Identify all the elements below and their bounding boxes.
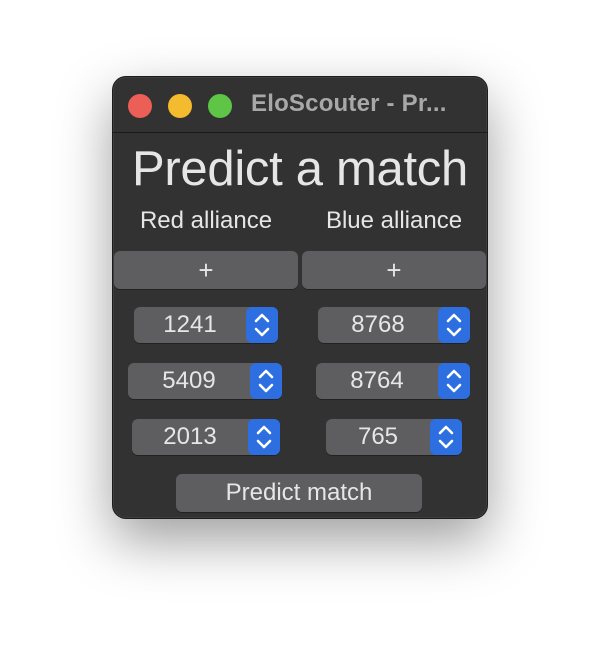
blue-team-2-stepper-arrows[interactable] bbox=[438, 363, 470, 399]
blue-team-3-stepper[interactable]: 765 bbox=[326, 419, 462, 455]
chevron-up-down-icon bbox=[438, 425, 454, 449]
add-blue-team-button[interactable]: + bbox=[302, 251, 486, 289]
chevron-up-down-icon bbox=[446, 369, 462, 393]
red-team-3-stepper-arrows[interactable] bbox=[248, 419, 280, 455]
red-team-3-value[interactable]: 2013 bbox=[132, 419, 248, 455]
red-team-1-stepper[interactable]: 1241 bbox=[134, 307, 278, 343]
blue-team-1-stepper-arrows[interactable] bbox=[438, 307, 470, 343]
red-team-1-value[interactable]: 1241 bbox=[134, 307, 246, 343]
red-team-2-stepper-arrows[interactable] bbox=[250, 363, 282, 399]
blue-team-3-value[interactable]: 765 bbox=[326, 419, 430, 455]
red-alliance-label: Red alliance bbox=[139, 207, 273, 234]
add-red-team-button[interactable]: + bbox=[114, 251, 298, 289]
chevron-up-down-icon bbox=[446, 313, 462, 337]
blue-team-2-value[interactable]: 8764 bbox=[316, 363, 438, 399]
blue-team-1-value[interactable]: 8768 bbox=[318, 307, 438, 343]
blue-alliance-label: Blue alliance bbox=[325, 207, 463, 234]
minimize-window-button[interactable] bbox=[168, 94, 192, 118]
zoom-window-button[interactable] bbox=[208, 94, 232, 118]
app-window: EloScouter - Pr... Predict a match Red a… bbox=[112, 76, 488, 519]
page-title: Predict a match bbox=[132, 142, 468, 196]
blue-team-2-stepper[interactable]: 8764 bbox=[316, 363, 470, 399]
chevron-up-down-icon bbox=[258, 369, 274, 393]
close-window-button[interactable] bbox=[128, 94, 152, 118]
red-team-2-value[interactable]: 5409 bbox=[128, 363, 250, 399]
predict-match-button[interactable]: Predict match bbox=[176, 474, 422, 512]
blue-team-1-stepper[interactable]: 8768 bbox=[318, 307, 470, 343]
red-team-1-stepper-arrows[interactable] bbox=[246, 307, 278, 343]
chevron-up-down-icon bbox=[256, 425, 272, 449]
red-team-3-stepper[interactable]: 2013 bbox=[132, 419, 280, 455]
red-team-2-stepper[interactable]: 5409 bbox=[128, 363, 282, 399]
title-bar[interactable]: EloScouter - Pr... bbox=[113, 77, 487, 133]
blue-team-3-stepper-arrows[interactable] bbox=[430, 419, 462, 455]
window-title: EloScouter - Pr... bbox=[251, 90, 447, 117]
chevron-up-down-icon bbox=[254, 313, 270, 337]
